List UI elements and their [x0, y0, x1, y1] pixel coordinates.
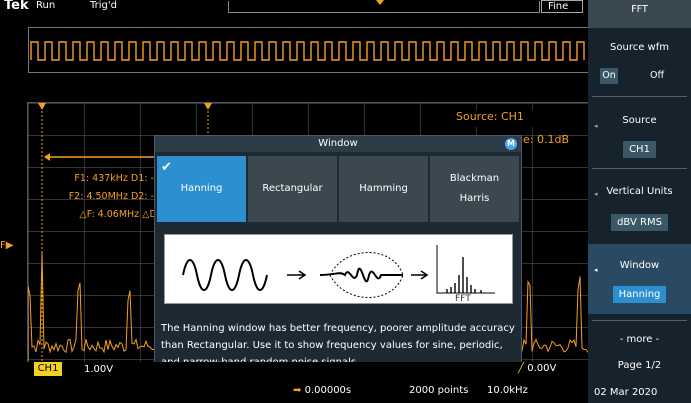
sample-rate[interactable]: 10.0kHz	[487, 385, 528, 396]
brand-logo: Tek	[4, 0, 29, 13]
multipurpose-knob-icon: M	[505, 138, 517, 150]
divider	[592, 96, 687, 97]
channel-badge[interactable]: CH1	[34, 362, 62, 376]
cursor-readout-line: △F: 4.06MHz △D:	[79, 209, 160, 220]
status-bar: Tek Run Trig'd Fine	[0, 0, 588, 14]
option-hamming[interactable]: Hamming	[339, 156, 428, 222]
source-wfm-label: Source wfm	[610, 42, 669, 53]
date-display: 02 Mar 2020	[594, 387, 658, 398]
side-menu: FFT Source wfm On Off ◂ Source CH1 ◂ Ver…	[588, 0, 691, 403]
run-state[interactable]: Run	[36, 0, 55, 11]
window-illustration: FFT	[164, 234, 513, 304]
vertical-units-wrap[interactable]: dBV RMS	[588, 214, 691, 231]
window-options: ✔ Hanning Rectangular Hamming Blackman H…	[155, 152, 521, 222]
dialog-title-text: Window	[318, 138, 358, 149]
window-menu-label: Window	[619, 260, 660, 271]
cursor-1-handle	[38, 103, 46, 110]
channel-scale[interactable]: 1.00V	[84, 364, 113, 375]
horizontal-position-value: 0.00000s	[304, 385, 352, 396]
checkmark-icon: ✔	[161, 160, 172, 175]
square-wave-trace	[30, 41, 585, 61]
divider	[592, 168, 687, 169]
window-menu-value[interactable]: Hanning	[612, 286, 667, 303]
option-label: Blackman Harris	[449, 173, 500, 204]
option-rectangular[interactable]: Rectangular	[248, 156, 337, 222]
source-label: Source: CH1	[452, 110, 586, 127]
source-label: Source	[622, 115, 657, 126]
more-label[interactable]: - more -	[588, 334, 691, 345]
cursor-readout-line: F1: 437kHz D1: -3	[74, 173, 160, 184]
trigger-slope-icon: ╱	[518, 363, 528, 374]
window-menu-item[interactable]: ◂ Window Hanning	[588, 244, 691, 314]
cursor-readout-line: F2: 4.50MHz D2: -3	[68, 191, 160, 202]
record-length[interactable]: 2000 points	[409, 385, 468, 396]
option-blackman-harris[interactable]: Blackman Harris	[430, 156, 519, 222]
option-label: Rectangular	[262, 183, 323, 194]
trigger-level[interactable]: ╱ 0.00V	[518, 363, 556, 374]
trigger-level-value: 0.00V	[527, 363, 557, 374]
source-value-wrap[interactable]: CH1	[588, 141, 691, 158]
cursor-readout: F1: 437kHz D1: -3 F2: 4.50MHz D2: -3 △F:…	[36, 170, 160, 224]
divider	[592, 320, 687, 321]
source-wfm-on[interactable]: On	[600, 68, 618, 84]
acquisition-mode-badge[interactable]: Fine	[541, 0, 583, 13]
page-indicator[interactable]: Page 1/2	[588, 360, 691, 371]
arrow-right-icon: ➡	[293, 385, 305, 396]
side-menu-title: FFT	[588, 0, 691, 28]
window-dialog: Window M ✔ Hanning Rectangular Hamming B…	[154, 135, 522, 381]
record-view-frame[interactable]	[228, 1, 540, 13]
option-label: Hamming	[359, 183, 408, 194]
overview-waveform	[28, 27, 590, 73]
fft-caption: FFT	[455, 294, 471, 303]
trigger-position-marker	[376, 0, 384, 5]
fft-channel-marker[interactable]: F▶	[0, 240, 13, 251]
option-hanning[interactable]: ✔ Hanning	[157, 156, 246, 222]
scale-label: le: 0.1dB	[520, 133, 570, 146]
trigger-state: Trig'd	[90, 0, 117, 11]
window-value-wrap[interactable]: Hanning	[588, 286, 691, 303]
horizontal-position[interactable]: ➡ 0.00000s	[293, 385, 351, 396]
delta-arrow	[44, 153, 50, 161]
cursor-2-handle	[204, 103, 212, 110]
illustration-graphic: FFT	[182, 245, 495, 304]
dialog-title: Window M	[155, 136, 521, 152]
option-label: Hanning	[180, 183, 223, 194]
source-value[interactable]: CH1	[623, 141, 656, 158]
vertical-units-label: Vertical Units	[606, 186, 673, 197]
vertical-units-value[interactable]: dBV RMS	[611, 214, 668, 231]
source-wfm-off[interactable]: Off	[650, 68, 664, 84]
